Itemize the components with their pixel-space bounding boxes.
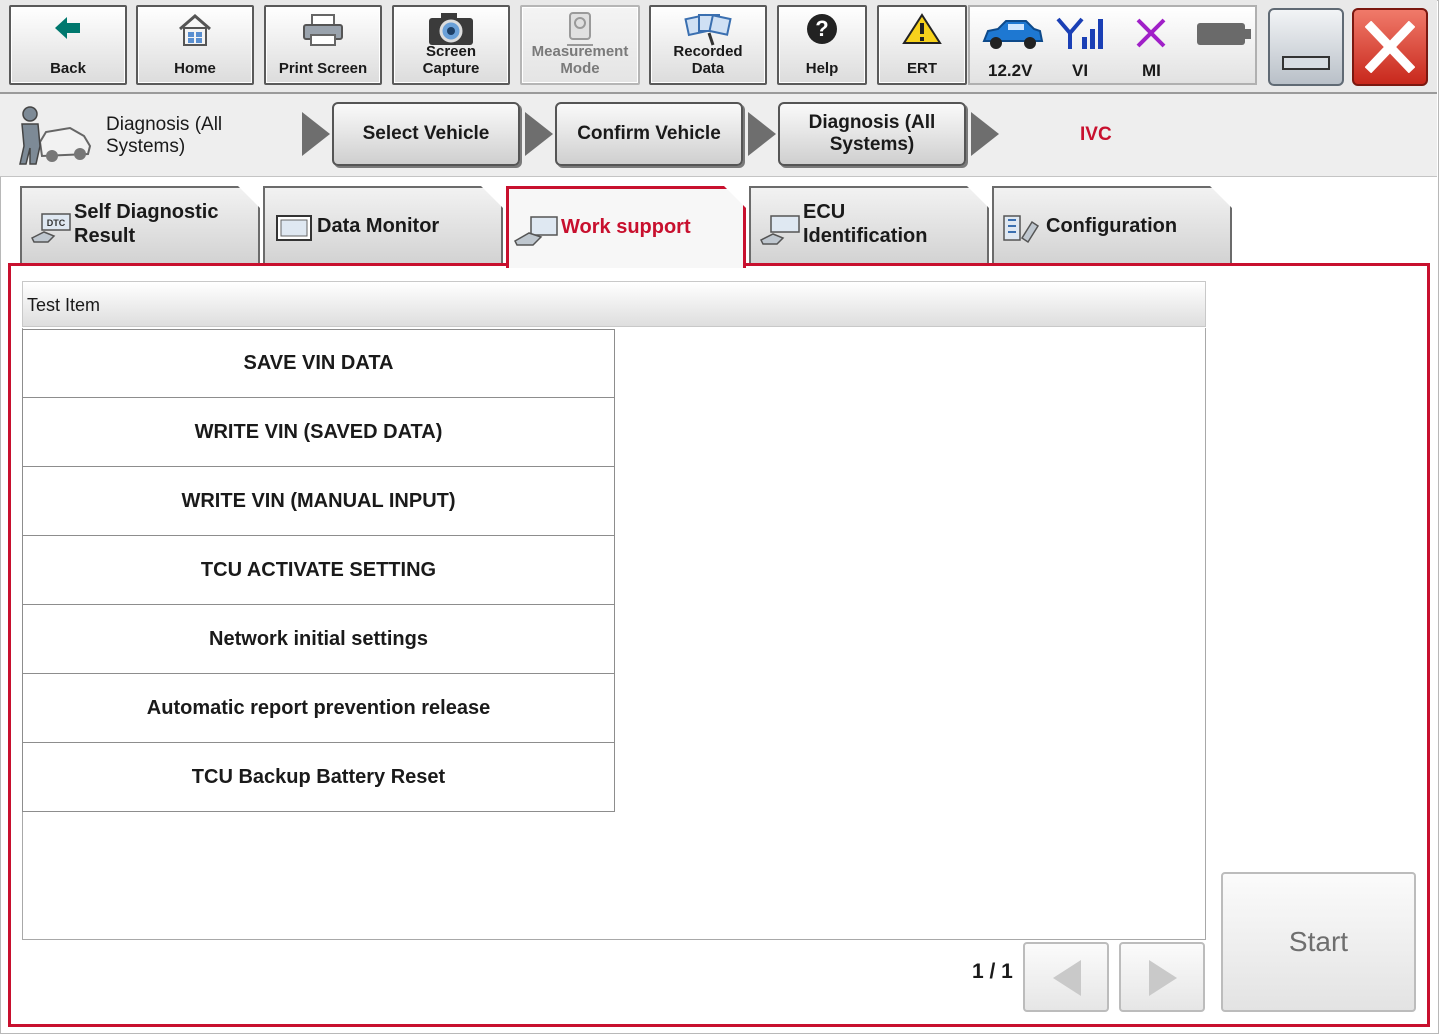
vehicle-car-icon: [980, 17, 1044, 56]
print-screen-button[interactable]: Print Screen: [264, 5, 382, 85]
start-button[interactable]: Start: [1221, 872, 1416, 1012]
tab-ecu-identification[interactable]: ECU Identification: [749, 186, 989, 264]
tab-self-diagnostic-label-1: Self Diagnostic: [74, 201, 219, 223]
diagnosis-all-systems-label: Diagnosis (All Systems): [809, 112, 936, 156]
svg-text:?: ?: [815, 16, 828, 41]
tab-data-monitor-label: Data Monitor: [317, 215, 440, 237]
help-button[interactable]: ? Help: [777, 5, 867, 85]
battery-icon: [1196, 21, 1252, 52]
configuration-icon: [1002, 212, 1042, 250]
work-support-icon: [513, 215, 561, 253]
tab-work-support[interactable]: Work support: [506, 186, 746, 268]
dtc-hand-icon: DTC: [30, 212, 74, 250]
tab-self-diagnostic-label-2: Result: [74, 225, 136, 247]
recorded-data-button[interactable]: Recorded Data: [649, 5, 767, 85]
battery-voltage: 12.2V: [988, 61, 1033, 80]
test-item-label: WRITE VIN (MANUAL INPUT): [181, 489, 456, 512]
print-screen-label: Print Screen: [278, 60, 368, 77]
back-arrow-icon: [53, 13, 83, 47]
tab-configuration[interactable]: Configuration: [992, 186, 1232, 264]
select-vehicle-label: Select Vehicle: [362, 123, 490, 144]
ert-label: ERT: [907, 60, 937, 77]
start-label: Start: [1288, 926, 1349, 957]
home-button[interactable]: Home: [136, 5, 254, 85]
diagnosis-all-systems-label-1: Diagnosis (All: [808, 112, 936, 133]
breadcrumb: Diagnosis (All Systems) Select Vehicle C…: [0, 94, 1437, 177]
test-item-label: SAVE VIN DATA: [243, 352, 394, 374]
tab-ecu-label-1: ECU: [803, 201, 846, 223]
minimize-button[interactable]: [1268, 8, 1344, 86]
vi-signal-icon: [1056, 15, 1108, 56]
triangle-right-icon: [1147, 958, 1179, 1003]
test-item-write-vin-manual-input[interactable]: WRITE VIN (MANUAL INPUT): [22, 467, 615, 536]
test-item-automatic-report-prevention-release[interactable]: Automatic report prevention release: [22, 674, 615, 743]
breadcrumb-arrow-icon: [302, 112, 330, 156]
diagnosis-all-systems-button[interactable]: Diagnosis (All Systems): [778, 102, 966, 166]
back-label: Back: [50, 60, 86, 77]
screen-capture-button[interactable]: Screen Capture: [392, 5, 510, 85]
test-item-label: Network initial settings: [209, 627, 428, 650]
test-item-label: WRITE VIN (SAVED DATA): [194, 420, 443, 443]
toolbar: Back Home Print Screen Screen Capture Me…: [0, 0, 1437, 94]
page-indicator: 1 / 1: [972, 960, 1013, 983]
diagnosis-all-systems-label-2: Systems): [829, 134, 915, 155]
test-item-save-vin-data[interactable]: SAVE VIN DATA: [22, 329, 615, 398]
confirm-vehicle-label: Confirm Vehicle: [577, 123, 721, 144]
monitor-icon: [275, 214, 313, 250]
recorded-data-label-2: Data: [691, 60, 725, 77]
measurement-meter-icon: [561, 11, 599, 51]
previous-page-button[interactable]: [1023, 942, 1109, 1012]
tab-ecu-identification-label: ECU Identification: [803, 200, 927, 248]
test-item-tcu-backup-battery-reset[interactable]: TCU Backup Battery Reset: [22, 743, 615, 812]
tab-configuration-label: Configuration: [1046, 215, 1178, 237]
mi-disconnected-icon: [1134, 17, 1168, 54]
vi-label: VI: [1072, 61, 1089, 80]
close-button[interactable]: [1352, 8, 1428, 86]
home-label: Home: [174, 60, 216, 77]
test-item-network-initial-settings[interactable]: Network initial settings: [22, 605, 615, 674]
recorded-data-icon: [683, 11, 733, 51]
test-item-header: Test Item: [22, 281, 1206, 327]
next-page-button[interactable]: [1119, 942, 1205, 1012]
mi-label: MI: [1142, 61, 1161, 80]
tab-self-diagnostic-result[interactable]: DTC Self Diagnostic Result: [20, 186, 260, 264]
confirm-vehicle-button[interactable]: Confirm Vehicle: [555, 102, 743, 166]
minimize-icon: [1282, 56, 1330, 70]
tab-data-monitor[interactable]: Data Monitor: [263, 186, 503, 264]
printer-icon: [301, 13, 345, 51]
test-item-tcu-activate-setting[interactable]: TCU ACTIVATE SETTING: [22, 536, 615, 605]
triangle-left-icon: [1051, 958, 1083, 1003]
technician-car-icon: [12, 102, 94, 173]
close-icon: [1364, 20, 1416, 78]
test-item-label: TCU ACTIVATE SETTING: [200, 558, 437, 581]
breadcrumb-arrow-icon: [525, 112, 553, 156]
tab-work-support-label: Work support: [561, 216, 691, 238]
breadcrumb-title-line-1: Diagnosis (All: [106, 114, 223, 135]
dtc-badge-text: DTC: [47, 218, 66, 228]
ecu-hand-icon: [759, 214, 803, 252]
help-question-icon: ?: [806, 13, 838, 49]
ert-button[interactable]: ERT: [877, 5, 967, 85]
help-label: Help: [805, 60, 839, 77]
select-vehicle-button[interactable]: Select Vehicle: [332, 102, 520, 166]
breadcrumb-arrow-icon: [748, 112, 776, 156]
tab-self-diagnostic-label: Self Diagnostic Result: [74, 200, 218, 248]
breadcrumb-title-line-2: Systems): [106, 136, 186, 157]
measurement-mode-label-2: Mode: [560, 60, 600, 77]
breadcrumb-title: Diagnosis (All Systems): [106, 114, 222, 158]
tab-ecu-label-2: Identification: [803, 225, 928, 247]
current-system-label: IVC: [1080, 124, 1112, 145]
status-panel: 12.2V VI MI: [968, 5, 1257, 85]
back-button[interactable]: Back: [9, 5, 127, 85]
test-item-label: TCU Backup Battery Reset: [191, 765, 446, 788]
test-item-label: Automatic report prevention release: [146, 696, 491, 719]
camera-icon: [425, 11, 477, 51]
measurement-mode-button[interactable]: Measurement Mode: [520, 5, 640, 85]
breadcrumb-arrow-icon: [971, 112, 999, 156]
home-icon: [176, 13, 214, 51]
test-item-write-vin-saved-data[interactable]: WRITE VIN (SAVED DATA): [22, 398, 615, 467]
screen-capture-label-2: Capture: [422, 60, 480, 77]
warning-icon: [902, 13, 942, 49]
